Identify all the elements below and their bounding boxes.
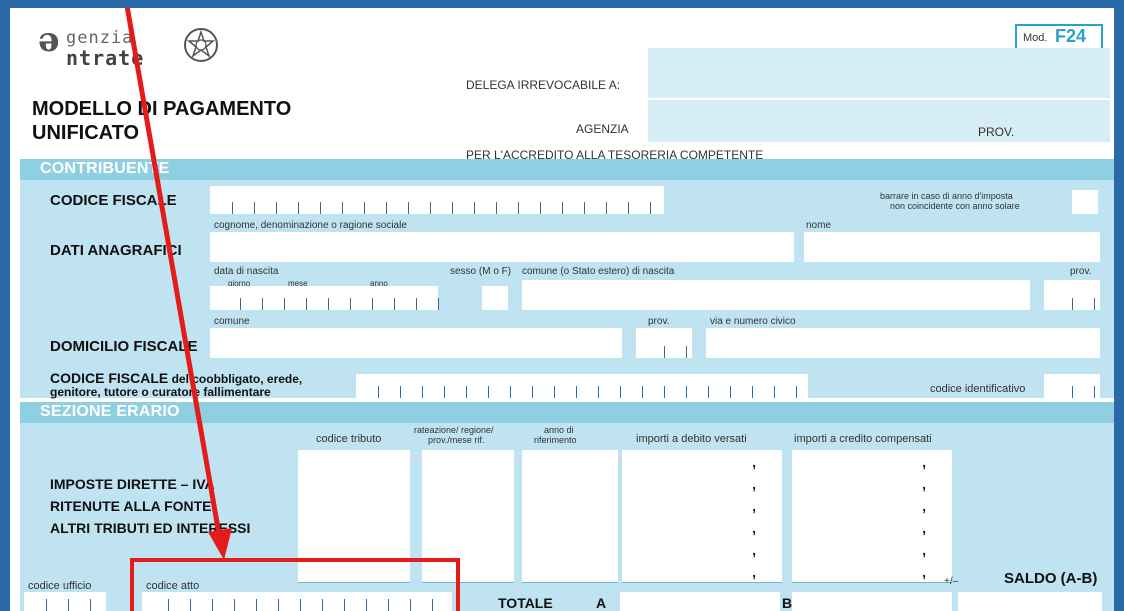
saldo-input[interactable] [958, 592, 1102, 611]
importo-debito-cell[interactable]: , [622, 560, 782, 583]
anno-riferimento-cell[interactable] [522, 450, 618, 473]
anno-riferimento-cell[interactable] [522, 472, 618, 495]
decimal-comma: , [752, 498, 756, 514]
col-anno-line-1: anno di [544, 425, 574, 435]
decimal-comma: , [752, 454, 756, 470]
nome-input[interactable] [804, 232, 1100, 262]
annotation-box [130, 558, 460, 611]
col-debito: importi a debito versati [636, 433, 747, 445]
rateazione-cell[interactable] [422, 450, 514, 473]
decimal-comma: , [922, 454, 926, 470]
decimal-comma: , [922, 476, 926, 492]
decimal-comma: , [752, 564, 756, 580]
delega-field[interactable] [648, 48, 1110, 98]
sesso-input[interactable] [482, 286, 508, 310]
anno-riferimento-cell[interactable] [522, 494, 618, 517]
comune-nascita-input[interactable] [522, 280, 1030, 310]
importo-credito-cell[interactable]: , [792, 560, 952, 583]
importo-debito-cell[interactable]: , [622, 450, 782, 473]
col-rateazione-line-2: prov./mese rif. [428, 435, 485, 445]
mod-code: F24 [1055, 26, 1087, 46]
agenzia-field[interactable] [648, 100, 1110, 142]
cf-coobbligato-ticks [378, 386, 814, 398]
annotation-arrow [124, 8, 232, 560]
anno-riferimento-cell[interactable] [522, 538, 618, 561]
prov-nascita-label: prov. [1070, 266, 1092, 277]
totale-b-input[interactable] [792, 592, 952, 611]
totale-label: TOTALE [498, 595, 553, 611]
prov-label: PROV. [978, 125, 1015, 139]
importo-credito-cell[interactable]: , [792, 494, 952, 517]
prov-nascita-ticks [1072, 298, 1096, 310]
decimal-comma: , [922, 542, 926, 558]
importo-credito-cell[interactable]: , [792, 516, 952, 539]
anno-riferimento-cell[interactable] [522, 516, 618, 539]
importo-credito-cell[interactable]: , [792, 450, 952, 473]
delega-label: DELEGA IRREVOCABILE A: [466, 78, 621, 92]
anno-imposta-line-2: non coincidente con anno solare [890, 201, 1020, 211]
decimal-comma: , [752, 476, 756, 492]
codice-fiscale-ticks [232, 202, 672, 214]
totale-a-label: A [596, 595, 607, 611]
codice-tributo-cell[interactable] [298, 472, 410, 495]
importo-credito-cell[interactable]: , [792, 538, 952, 561]
prov-domicilio-ticks [664, 346, 688, 358]
col-anno-line-2: riferimento [534, 435, 577, 445]
top-frame [0, 0, 1124, 8]
via-input[interactable] [706, 328, 1100, 358]
saldo-label: SALDO (A-B) [1004, 570, 1098, 587]
anno-imposta-line-1: barrare in caso di anno d'imposta [880, 191, 1013, 201]
mod-label: Mod. [1023, 32, 1048, 44]
prov-domicilio-label: prov. [648, 316, 670, 327]
decimal-comma: , [752, 542, 756, 558]
decimal-comma: , [922, 564, 926, 580]
f24-form: ə genzia ntrate MODELLO DI PAGAMENTO UNI… [10, 8, 1114, 611]
decimal-comma: , [922, 498, 926, 514]
codice-ufficio-label: codice ufficio [28, 580, 92, 592]
nome-label: nome [806, 220, 832, 231]
decimal-comma: , [752, 520, 756, 536]
codice-identificativo-ticks [1072, 386, 1096, 398]
decimal-comma: , [922, 520, 926, 536]
via-label: via e numero civico [710, 316, 796, 327]
codice-tributo-cell[interactable] [298, 494, 410, 517]
importo-debito-cell[interactable]: , [622, 538, 782, 561]
agenzia-label: AGENZIA [576, 122, 629, 136]
codice-identificativo-label: codice identificativo [930, 383, 1026, 395]
codice-tributo-cell[interactable] [298, 450, 410, 473]
importo-debito-cell[interactable]: , [622, 516, 782, 539]
col-rateazione-line-1: rateazione/ regione/ [414, 425, 494, 435]
codice-ufficio-ticks [46, 599, 106, 611]
totale-b-label: B [782, 595, 793, 611]
importo-credito-cell[interactable]: , [792, 472, 952, 495]
data-nascita-ticks [240, 298, 440, 310]
col-credito: importi a credito compensati [794, 433, 932, 445]
plus-minus-label: +/– [944, 576, 959, 587]
right-frame [1114, 0, 1124, 611]
importo-debito-cell[interactable]: , [622, 494, 782, 517]
col-codice-tributo: codice tributo [316, 433, 382, 445]
importo-debito-cell[interactable]: , [622, 472, 782, 495]
rateazione-cell[interactable] [422, 494, 514, 517]
left-frame [0, 0, 10, 611]
anno-imposta-checkbox[interactable] [1072, 190, 1098, 214]
rateazione-cell[interactable] [422, 472, 514, 495]
comune-domicilio-input[interactable] [210, 328, 622, 358]
sesso-label: sesso (M o F) [450, 266, 512, 277]
comune-nascita-label: comune (o Stato estero) di nascita [522, 266, 675, 277]
totale-a-input[interactable] [620, 592, 780, 611]
cognome-label: cognome, denominazione o ragione sociale [214, 220, 407, 231]
logo-a-glyph: ə [38, 20, 60, 60]
anno-riferimento-cell[interactable] [522, 560, 618, 583]
codice-tributo-cell[interactable] [298, 516, 410, 539]
rateazione-cell[interactable] [422, 516, 514, 539]
cognome-input[interactable] [210, 232, 794, 262]
